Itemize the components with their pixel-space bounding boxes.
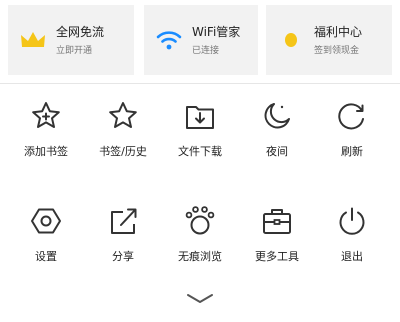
menu-label: 夜间 — [266, 145, 288, 158]
browser-menu-panel: 全网免流 立即开通 WiFi管家 已连接 福利中心 签到领现金 添加书签 书签/… — [0, 0, 400, 322]
settings-button[interactable]: 设置 — [6, 205, 86, 285]
folder-download-icon — [184, 100, 216, 132]
menu-label: 设置 — [35, 250, 57, 263]
star-icon — [107, 100, 139, 132]
moon-icon — [261, 100, 293, 132]
add-bookmark-button[interactable]: 添加书签 — [6, 100, 86, 180]
menu-label: 分享 — [112, 250, 134, 263]
card-title: 福利中心 — [314, 25, 363, 39]
more-tools-button[interactable]: 更多工具 — [237, 205, 317, 285]
feature-cards: 全网免流 立即开通 WiFi管家 已连接 福利中心 签到领现金 — [8, 5, 392, 75]
wifi-icon — [154, 25, 184, 55]
menu-label: 刷新 — [341, 145, 363, 158]
refresh-button[interactable]: 刷新 — [312, 100, 392, 180]
collapse-menu-button[interactable] — [184, 290, 216, 308]
card-subtitle: 立即开通 — [56, 46, 93, 56]
chevron-down-icon — [184, 290, 216, 308]
menu-label: 更多工具 — [255, 250, 299, 263]
menu-label: 无痕浏览 — [178, 250, 222, 263]
coin-icon — [276, 25, 306, 55]
menu-label: 文件下载 — [178, 145, 222, 158]
menu-label: 添加书签 — [24, 145, 68, 158]
divider — [0, 83, 400, 84]
settings-icon — [30, 205, 62, 237]
card-subtitle: 已连接 — [192, 46, 220, 56]
card-title: 全网免流 — [56, 25, 105, 39]
incognito-button[interactable]: 无痕浏览 — [160, 205, 240, 285]
card-title: WiFi管家 — [192, 25, 241, 39]
crown-icon — [18, 25, 48, 55]
menu-label: 书签/历史 — [99, 145, 147, 158]
night-mode-button[interactable]: 夜间 — [237, 100, 317, 180]
toolbox-icon — [261, 205, 293, 237]
exit-button[interactable]: 退出 — [312, 205, 392, 285]
bookmarks-history-button[interactable]: 书签/历史 — [83, 100, 163, 180]
wifi-manager-card[interactable]: WiFi管家 已连接 — [144, 5, 258, 75]
welfare-center-card[interactable]: 福利中心 签到领现金 — [266, 5, 392, 75]
share-button[interactable]: 分享 — [83, 205, 163, 285]
refresh-icon — [336, 100, 368, 132]
star-plus-icon — [30, 100, 62, 132]
menu-label: 退出 — [341, 250, 363, 263]
file-download-button[interactable]: 文件下载 — [160, 100, 240, 180]
free-data-card[interactable]: 全网免流 立即开通 — [8, 5, 134, 75]
power-icon — [336, 205, 368, 237]
paw-icon — [184, 205, 216, 237]
share-icon — [107, 205, 139, 237]
card-subtitle: 签到领现金 — [314, 46, 360, 56]
